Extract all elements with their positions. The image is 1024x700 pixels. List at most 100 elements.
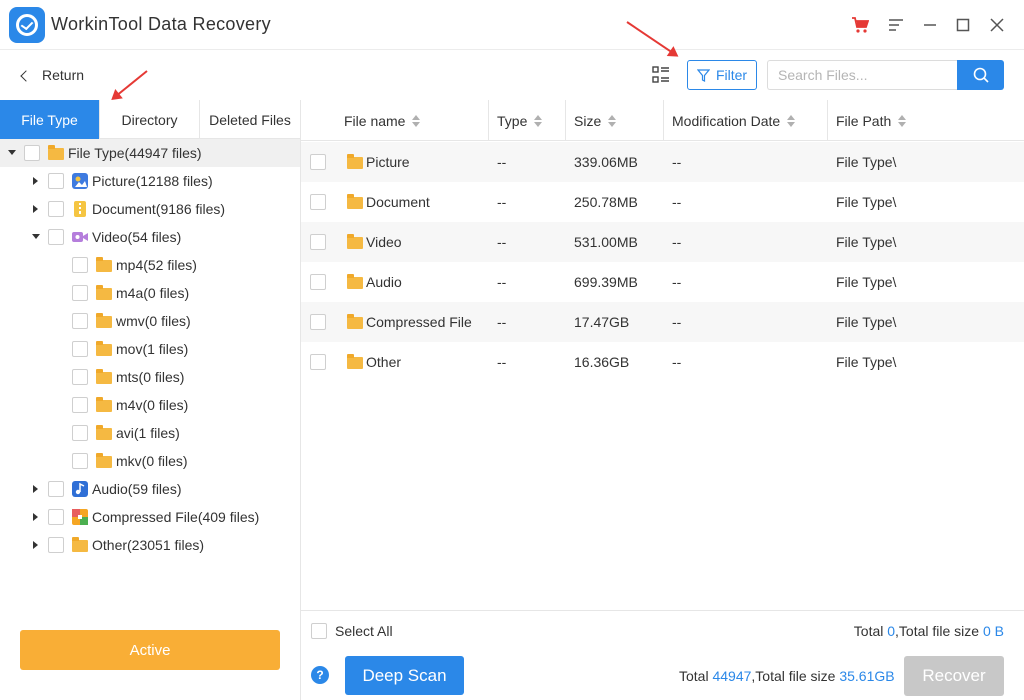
- column-header-modification-date[interactable]: Modification Date: [672, 100, 796, 141]
- row-checkbox[interactable]: [310, 154, 326, 170]
- tree-subitem[interactable]: m4a(0 files): [0, 279, 300, 307]
- view-toggle-icon[interactable]: [652, 66, 670, 84]
- minimize-icon[interactable]: [920, 15, 940, 35]
- recover-button[interactable]: Recover: [904, 656, 1004, 696]
- column-header-size[interactable]: Size: [574, 100, 617, 141]
- tree-checkbox[interactable]: [72, 397, 88, 413]
- tree-checkbox[interactable]: [72, 313, 88, 329]
- tree-item-other[interactable]: Other(23051 files): [0, 531, 300, 559]
- cell-type: --: [497, 354, 507, 370]
- help-icon[interactable]: ?: [311, 666, 329, 684]
- left-panel: File Type Directory Deleted Files File T…: [0, 100, 301, 700]
- file-tree: File Type(44947 files) Picture(12188 fil…: [0, 139, 300, 559]
- tree-item-document[interactable]: Document(9186 files): [0, 195, 300, 223]
- tree-subitem-label: mkv(0 files): [116, 453, 188, 469]
- tab-deleted-files[interactable]: Deleted Files: [200, 100, 300, 139]
- tree-checkbox[interactable]: [48, 509, 64, 525]
- search-button[interactable]: [957, 60, 1004, 90]
- table-row[interactable]: Audio -- 699.39MB -- File Type\: [301, 262, 1024, 302]
- select-all-label[interactable]: Select All: [335, 623, 393, 639]
- tree-checkbox[interactable]: [48, 537, 64, 553]
- menu-icon[interactable]: [886, 15, 906, 35]
- folder-icon: [96, 425, 112, 440]
- caret-down-icon[interactable]: [32, 234, 40, 239]
- tree-root[interactable]: File Type(44947 files): [0, 139, 300, 167]
- tree-item-picture[interactable]: Picture(12188 files): [0, 167, 300, 195]
- tree-subitem[interactable]: avi(1 files): [0, 419, 300, 447]
- caret-right-icon[interactable]: [33, 485, 38, 493]
- row-checkbox[interactable]: [310, 234, 326, 250]
- tree-subitem[interactable]: m4v(0 files): [0, 391, 300, 419]
- tree-subitem-label: wmv(0 files): [116, 313, 191, 329]
- folder-icon: [48, 145, 64, 160]
- table-row[interactable]: Other -- 16.36GB -- File Type\: [301, 342, 1024, 382]
- cell-file-name: Document: [366, 194, 430, 210]
- return-button[interactable]: Return: [20, 67, 84, 83]
- caret-right-icon[interactable]: [33, 541, 38, 549]
- tree-subitem[interactable]: mov(1 files): [0, 335, 300, 363]
- table-row[interactable]: Compressed File -- 17.47GB -- File Type\: [301, 302, 1024, 342]
- column-header-file-path[interactable]: File Path: [836, 100, 907, 141]
- tree-subitem-label: m4a(0 files): [116, 285, 190, 301]
- tab-directory[interactable]: Directory: [100, 100, 200, 139]
- folder-icon: [347, 314, 363, 329]
- row-checkbox[interactable]: [310, 314, 326, 330]
- caret-right-icon[interactable]: [33, 205, 38, 213]
- sort-icon[interactable]: [412, 114, 421, 128]
- sort-icon[interactable]: [608, 114, 617, 128]
- table-row[interactable]: Document -- 250.78MB -- File Type\: [301, 182, 1024, 222]
- close-icon[interactable]: [987, 15, 1007, 35]
- cell-modification-date: --: [672, 274, 682, 290]
- tree-checkbox[interactable]: [24, 145, 40, 161]
- tree-checkbox[interactable]: [48, 173, 64, 189]
- tree-item-video[interactable]: Video(54 files): [0, 223, 300, 251]
- maximize-icon[interactable]: [953, 15, 973, 35]
- tree-checkbox[interactable]: [48, 481, 64, 497]
- caret-down-icon[interactable]: [8, 150, 16, 155]
- filter-button[interactable]: Filter: [687, 60, 757, 90]
- column-header-type[interactable]: Type: [497, 100, 543, 141]
- tree-subitem[interactable]: mts(0 files): [0, 363, 300, 391]
- tree-subitem[interactable]: mkv(0 files): [0, 447, 300, 475]
- folder-icon: [347, 154, 363, 169]
- cell-file-name: Audio: [366, 274, 402, 290]
- sort-icon[interactable]: [898, 114, 907, 128]
- tree-checkbox[interactable]: [72, 369, 88, 385]
- folder-icon: [96, 341, 112, 356]
- document-icon: [74, 201, 86, 217]
- row-checkbox[interactable]: [310, 194, 326, 210]
- cart-icon[interactable]: [850, 15, 870, 35]
- tree-subitem[interactable]: mp4(52 files): [0, 251, 300, 279]
- active-button[interactable]: Active: [20, 630, 280, 670]
- tree-item-compressed-file[interactable]: Compressed File(409 files): [0, 503, 300, 531]
- tree-item-label: Audio(59 files): [92, 481, 182, 497]
- caret-right-icon[interactable]: [33, 177, 38, 185]
- row-checkbox[interactable]: [310, 274, 326, 290]
- tree-checkbox[interactable]: [72, 341, 88, 357]
- select-all-checkbox[interactable]: [311, 623, 327, 639]
- table-row[interactable]: Picture -- 339.06MB -- File Type\: [301, 142, 1024, 182]
- tree-item-label: Document(9186 files): [92, 201, 226, 217]
- sort-icon[interactable]: [787, 114, 796, 128]
- tree-checkbox[interactable]: [72, 257, 88, 273]
- column-header-file-name[interactable]: File name: [344, 100, 421, 141]
- tree-checkbox[interactable]: [48, 201, 64, 217]
- tree-checkbox[interactable]: [48, 229, 64, 245]
- tree-subitem[interactable]: wmv(0 files): [0, 307, 300, 335]
- tab-file-type[interactable]: File Type: [0, 100, 100, 139]
- tree-checkbox[interactable]: [72, 285, 88, 301]
- row-checkbox[interactable]: [310, 354, 326, 370]
- tree-checkbox[interactable]: [72, 425, 88, 441]
- caret-right-icon[interactable]: [33, 513, 38, 521]
- cell-size: 339.06MB: [574, 154, 638, 170]
- total-count: 44947: [712, 668, 752, 684]
- deep-scan-button[interactable]: Deep Scan: [345, 656, 464, 695]
- cell-type: --: [497, 234, 507, 250]
- tree-item-audio[interactable]: Audio(59 files): [0, 475, 300, 503]
- search-input[interactable]: [767, 60, 958, 90]
- compressed-file-icon: [72, 509, 88, 525]
- table-row[interactable]: Video -- 531.00MB -- File Type\: [301, 222, 1024, 262]
- tree-checkbox[interactable]: [72, 453, 88, 469]
- sort-icon[interactable]: [534, 114, 543, 128]
- cell-type: --: [497, 274, 507, 290]
